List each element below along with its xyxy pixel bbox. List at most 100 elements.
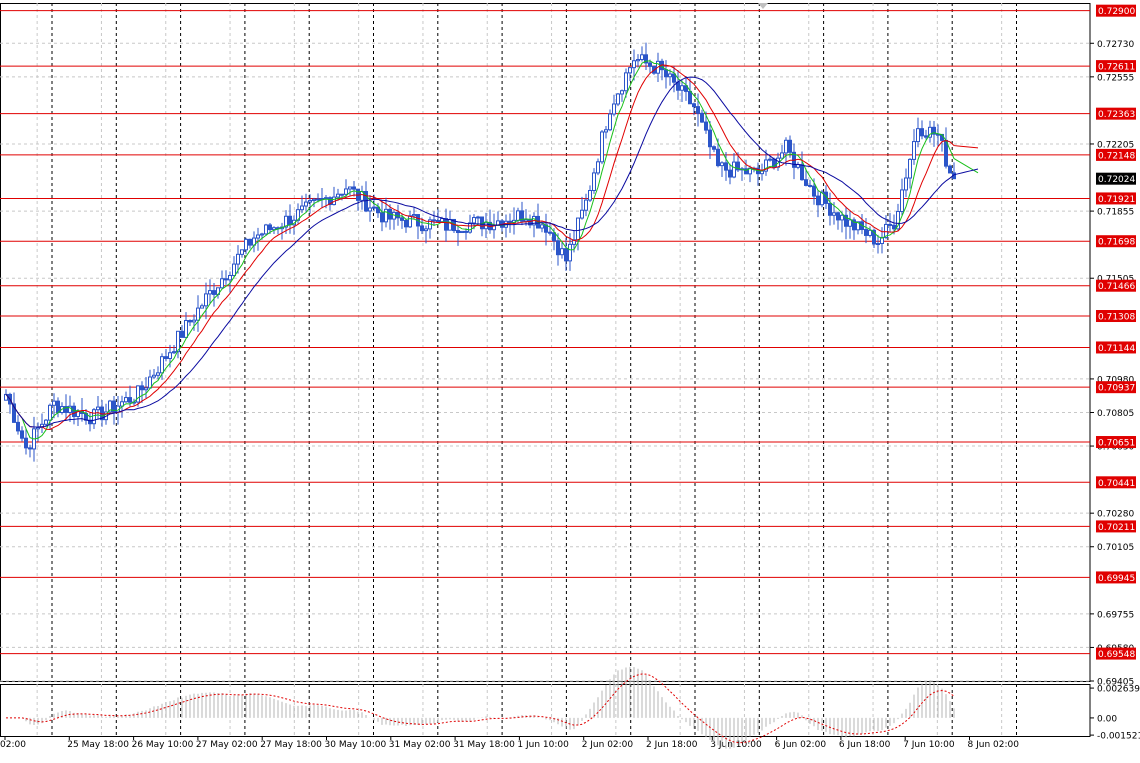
candle-body xyxy=(160,356,164,374)
candle-body xyxy=(548,231,552,234)
candle-body xyxy=(304,201,308,207)
time-label: 30 May 10:00 xyxy=(325,740,387,750)
candle-body xyxy=(128,397,132,403)
candle-body xyxy=(812,185,816,197)
candle-body xyxy=(788,139,792,153)
candle-body xyxy=(904,177,908,191)
candle-body xyxy=(412,214,416,217)
candle-body xyxy=(908,158,912,179)
candle-body xyxy=(948,165,952,174)
candle-body xyxy=(600,131,604,163)
candle-body xyxy=(628,67,632,74)
candle-body xyxy=(828,202,832,216)
level-price-label: 0.72148 xyxy=(1098,151,1135,161)
candle-body xyxy=(124,397,128,403)
candle-body xyxy=(664,69,668,78)
candle-body xyxy=(248,238,252,246)
candle-body xyxy=(404,219,408,228)
candle-body xyxy=(224,278,228,281)
osc-tick-label: 0.002639 xyxy=(1097,685,1140,695)
time-label: 7 Jun 10:00 xyxy=(903,740,955,750)
candle-body xyxy=(408,215,412,228)
main-plot-frame xyxy=(0,3,1091,682)
candle-body xyxy=(464,230,468,233)
candle-body xyxy=(728,169,732,178)
candle-body xyxy=(696,106,700,114)
candle-body xyxy=(840,214,844,221)
level-price-label: 0.70651 xyxy=(1098,439,1135,449)
time-label: 31 May 02:00 xyxy=(389,740,451,750)
candle-body xyxy=(348,186,352,190)
candle-body xyxy=(48,404,52,421)
osc-tick-label: 0.00 xyxy=(1097,714,1117,724)
candle-body xyxy=(312,198,316,201)
candle-body xyxy=(344,188,348,195)
candle-body xyxy=(196,307,200,321)
price-chart[interactable]: 0.727300.725550.722050.718550.715050.709… xyxy=(0,0,1140,759)
time-label: 26 May 10:00 xyxy=(132,740,194,750)
level-price-label: 0.71698 xyxy=(1098,238,1135,248)
price-tick-label: 0.69755 xyxy=(1097,610,1134,620)
candle-body xyxy=(20,430,24,439)
chart-canvas[interactable]: 0.727300.725550.722050.718550.715050.709… xyxy=(0,0,1140,759)
candle-body xyxy=(300,205,304,211)
osc-tick-label: -0.001521 xyxy=(1097,732,1140,742)
level-price-label: 0.71144 xyxy=(1098,344,1135,354)
price-tick-label: 0.70805 xyxy=(1097,409,1134,419)
candle-body xyxy=(432,219,436,222)
candle-body xyxy=(540,224,544,229)
candle-body xyxy=(208,290,212,295)
candle-body xyxy=(784,139,788,154)
candle-body xyxy=(456,230,460,234)
candle-body xyxy=(240,249,244,255)
time-label: 02:00 xyxy=(0,740,26,750)
level-price-label: 0.71921 xyxy=(1098,195,1135,205)
level-price-label: 0.71466 xyxy=(1098,282,1135,292)
candle-body xyxy=(836,212,840,221)
time-label: 25 May 18:00 xyxy=(67,740,129,750)
candle-body xyxy=(800,164,804,181)
candle-body xyxy=(640,54,644,61)
candle-body xyxy=(352,186,356,190)
price-tick-label: 0.70280 xyxy=(1097,510,1134,520)
candle-body xyxy=(308,199,312,203)
level-price-label: 0.72611 xyxy=(1098,63,1135,73)
candle-body xyxy=(612,103,616,115)
candle-body xyxy=(256,234,260,239)
candle-body xyxy=(668,73,672,78)
candle-body xyxy=(448,218,452,231)
time-label: 27 May 02:00 xyxy=(196,740,258,750)
candle-body xyxy=(648,62,652,67)
candle-body xyxy=(440,218,444,223)
candle-body xyxy=(272,227,276,231)
level-price-label: 0.71308 xyxy=(1098,313,1135,323)
candle-body xyxy=(460,230,464,234)
level-price-label: 0.72363 xyxy=(1098,110,1135,120)
candle-body xyxy=(472,217,476,224)
candle-body xyxy=(588,189,592,201)
price-tick-label: 0.70105 xyxy=(1097,543,1134,553)
candle-body xyxy=(924,135,928,138)
candle-body xyxy=(156,372,160,376)
time-label: 27 May 18:00 xyxy=(260,740,322,750)
candle-body xyxy=(604,129,608,133)
candle-body xyxy=(916,128,920,143)
candle-body xyxy=(832,212,836,216)
candle-body xyxy=(712,146,716,150)
candle-body xyxy=(912,141,916,160)
candle-body xyxy=(336,193,340,198)
candle-body xyxy=(636,59,640,62)
candle-body xyxy=(28,447,32,450)
candle-body xyxy=(232,263,236,276)
candle-body xyxy=(192,319,196,323)
candle-body xyxy=(780,152,784,159)
candle-body xyxy=(476,216,480,219)
candle-body xyxy=(580,209,584,219)
price-tick-label: 0.72555 xyxy=(1097,73,1134,83)
current-price-label: 0.72024 xyxy=(1098,175,1135,185)
candle-body xyxy=(688,90,692,105)
candle-body xyxy=(920,128,924,137)
candle-body xyxy=(808,184,812,187)
candle-body xyxy=(608,113,612,131)
candle-body xyxy=(592,172,596,191)
